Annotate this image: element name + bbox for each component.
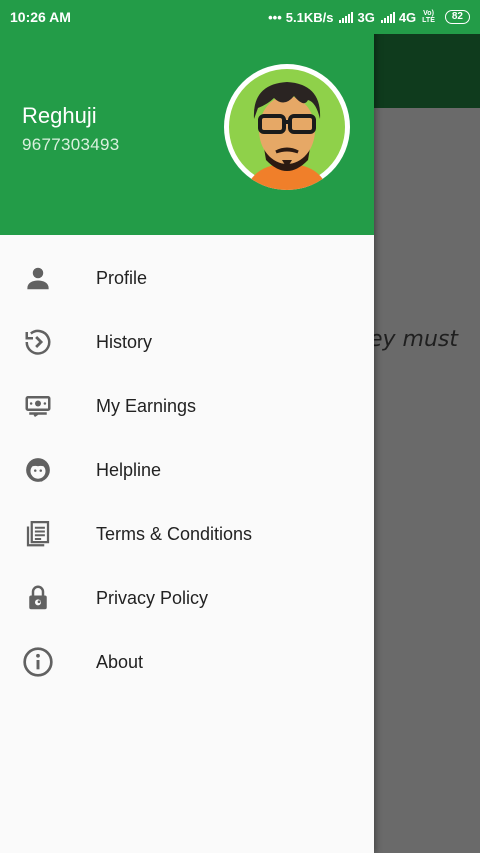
lock-icon: [20, 580, 56, 616]
user-name: Reghuji: [22, 103, 97, 128]
signal-icon: [339, 11, 354, 23]
history-icon: [20, 324, 56, 360]
battery-icon: 82: [444, 10, 470, 24]
network-speed: 5.1KB/s: [285, 9, 334, 25]
info-icon: [20, 644, 56, 680]
support-agent-icon: [20, 452, 56, 488]
avatar[interactable]: [224, 64, 350, 190]
menu-item-about[interactable]: About: [0, 630, 374, 694]
menu-label-terms-conditions: Terms & Conditions: [96, 523, 253, 544]
signal-icon-2: [380, 11, 395, 23]
navigation-drawer: Reghuji 9677303493 Profile History My Ea…: [0, 0, 374, 853]
status-time: 10:26 AM: [10, 9, 71, 25]
more-dots-icon: •••: [268, 9, 282, 25]
network-type-1: 3G: [357, 9, 375, 25]
menu-item-terms-conditions[interactable]: Terms & Conditions: [0, 502, 374, 566]
network-type-2: 4G: [398, 9, 417, 25]
menu-item-helpline[interactable]: Helpline: [0, 438, 374, 502]
menu-label-profile: Profile: [96, 267, 148, 288]
drawer-menu: Profile History My Earnings Helpline Ter…: [0, 246, 374, 694]
menu-item-profile[interactable]: Profile: [0, 246, 374, 310]
status-bar: 10:26 AM ••• 5.1KB/s 3G 4G Vo) LTE 82: [0, 0, 480, 34]
menu-label-privacy-policy: Privacy Policy: [96, 587, 209, 608]
menu-item-my-earnings[interactable]: My Earnings: [0, 374, 374, 438]
menu-label-my-earnings: My Earnings: [96, 395, 197, 416]
background-partial-text: ey must: [369, 327, 459, 352]
menu-label-helpline: Helpline: [96, 459, 162, 480]
menu-item-privacy-policy[interactable]: Privacy Policy: [0, 566, 374, 630]
person-icon: [20, 260, 56, 296]
menu-item-history[interactable]: History: [0, 310, 374, 374]
avatar-illustration: [225, 65, 349, 190]
document-icon: [20, 516, 56, 552]
volte-icon: Vo) LTE: [422, 10, 435, 24]
user-phone: 9677303493: [22, 135, 120, 154]
menu-label-about: About: [96, 651, 144, 672]
menu-label-history: History: [96, 331, 153, 352]
status-indicators: ••• 5.1KB/s 3G 4G Vo) LTE 82: [268, 10, 470, 25]
money-icon: [20, 388, 56, 424]
drawer-header: Reghuji 9677303493: [0, 34, 374, 235]
